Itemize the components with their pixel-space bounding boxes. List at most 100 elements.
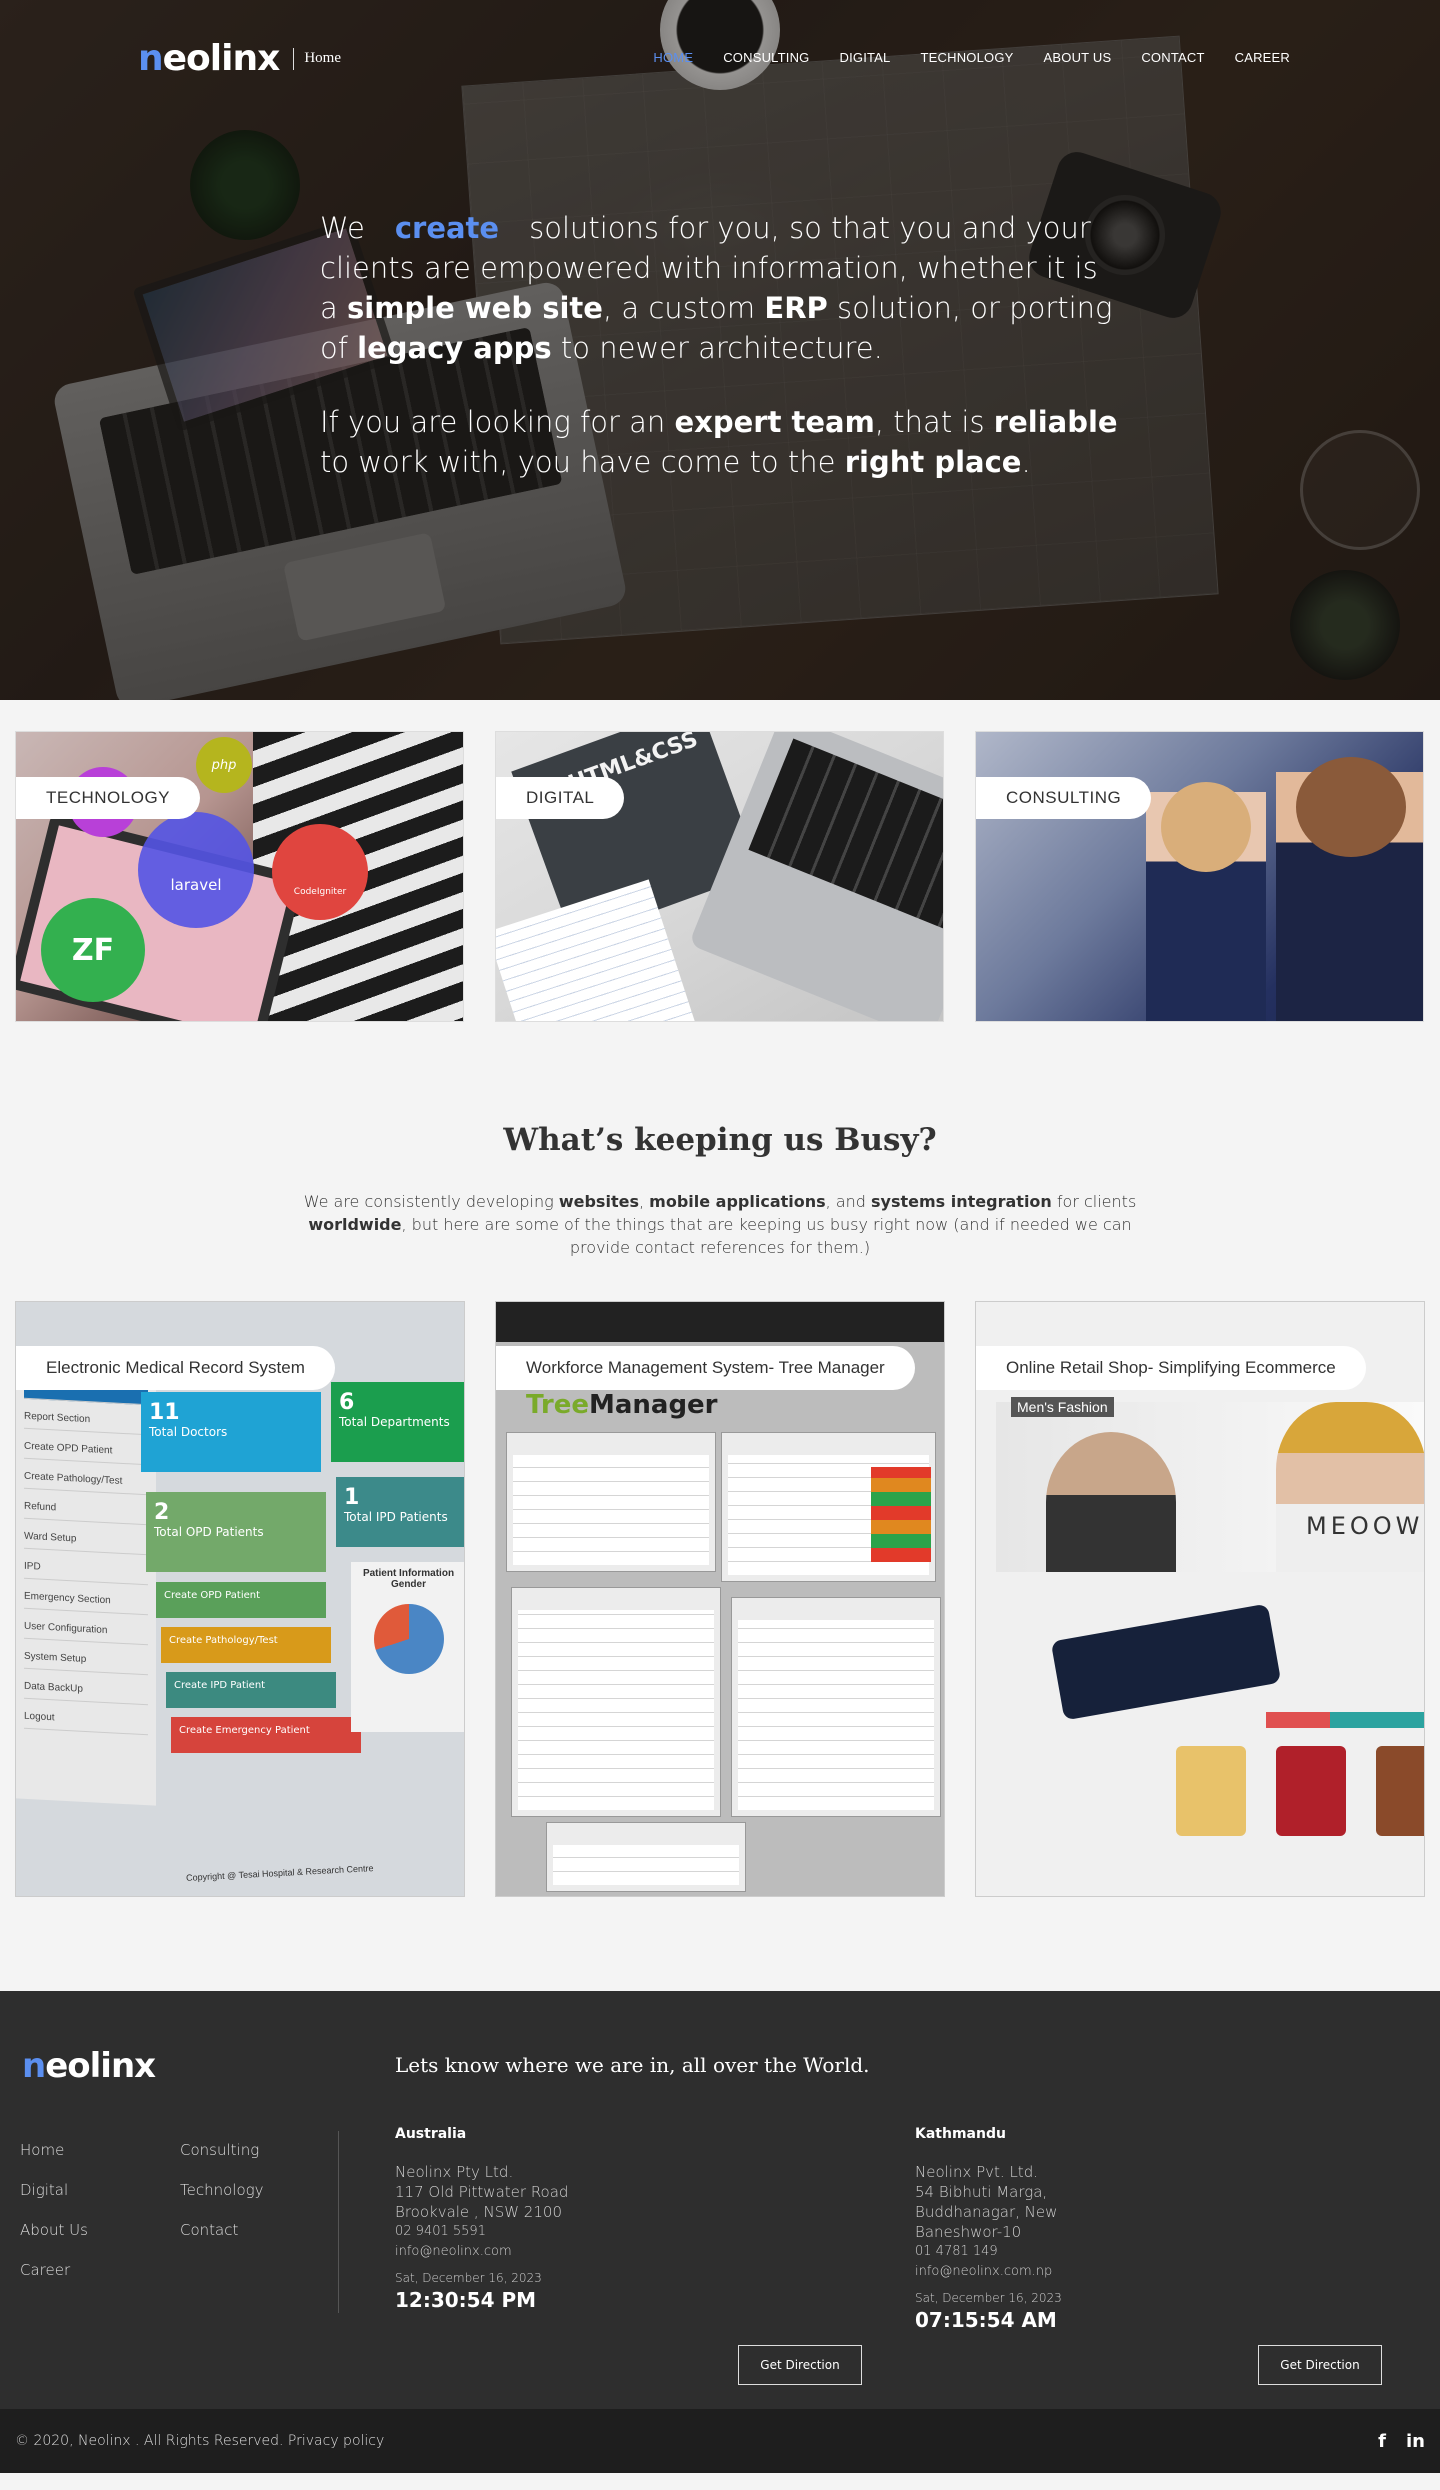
service-card-digital[interactable]: HTML&CSS DIGITAL	[495, 731, 944, 1022]
emr-menu-item: User Configuration	[24, 1612, 148, 1646]
office-email[interactable]: info@neolinx.com	[395, 2242, 695, 2262]
service-label: DIGITAL	[496, 777, 625, 819]
emr-pie-chart	[373, 1604, 444, 1674]
hero-section: neolinx Home HOME CONSULTING DIGITAL TEC…	[0, 0, 1440, 700]
hero-highlight: create	[394, 211, 500, 245]
logo-letter: n	[138, 38, 164, 79]
data-table	[546, 1822, 746, 1892]
zend-bubble: ZF	[41, 898, 145, 1002]
service-label: TECHNOLOGY	[16, 777, 201, 819]
emr-menu-item: Ward Setup	[24, 1522, 148, 1556]
emr-tile: 6 Total Departments	[331, 1382, 464, 1462]
logo-letter: n	[22, 2046, 46, 2086]
model-image	[1046, 1432, 1176, 1572]
office-time: 12:30:54 PM	[395, 2288, 537, 2312]
projects-intro: What’s keeping us Busy? We are consisten…	[0, 1030, 1440, 1259]
top-navigation: neolinx Home HOME CONSULTING DIGITAL TEC…	[0, 0, 1440, 120]
hero-bold: simple web site	[347, 291, 603, 325]
footer-link-career[interactable]: Career	[20, 2261, 180, 2279]
tile-label: Total IPD Patients	[344, 1510, 448, 1524]
footer-link-home[interactable]: Home	[20, 2141, 180, 2159]
tree-manager-logo: TreeManager	[526, 1390, 718, 1420]
footer-logo[interactable]: neolinx	[22, 2046, 156, 2086]
emr-action-button: Create IPD Patient	[166, 1672, 336, 1708]
lead-text: ,	[638, 1192, 645, 1211]
project-label: Electronic Medical Record System	[16, 1346, 335, 1390]
office-email[interactable]: info@neolinx.com.np	[915, 2262, 1215, 2282]
logo-text: eolinx	[45, 2046, 156, 2086]
section-title: What’s keeping us Busy?	[503, 1122, 937, 1158]
footer-tagline: Lets know where we are in, all over the …	[395, 2053, 870, 2077]
office-phone[interactable]: 02 9401 5591	[395, 2222, 695, 2242]
product-image	[1176, 1746, 1246, 1836]
hero-text: We create solutions for you, so that you a…	[320, 208, 1120, 516]
logo-text: eolinx	[162, 38, 281, 79]
hero-bold: legacy apps	[357, 331, 552, 365]
smartphone-image	[1050, 1603, 1282, 1721]
hero-text-span: to newer architecture.	[560, 331, 883, 365]
emr-action-button: Create OPD Patient	[156, 1582, 326, 1618]
emr-menu-item: Refund	[24, 1492, 148, 1526]
hero-bold: reliable	[993, 405, 1118, 439]
lead-text: , but here are some of the things that a…	[401, 1215, 1132, 1257]
project-card-retail[interactable]: Men's Fashion MEOOW Online Retail Shop- …	[975, 1301, 1425, 1897]
person-image	[1146, 782, 1266, 1021]
lead-bold: websites	[558, 1192, 639, 1211]
logo-part: Manager	[588, 1390, 718, 1420]
model-image	[1276, 1402, 1424, 1572]
brand: neolinx Home	[138, 38, 341, 79]
service-card-technology[interactable]: php laravel CodeIgniter ZF TECHNOLOGY	[15, 731, 464, 1022]
facebook-icon[interactable]: f	[1378, 2431, 1386, 2452]
lead-bold: mobile applications	[649, 1192, 826, 1211]
emr-footer-text: Copyright @ Tesai Hospital & Research Ce…	[185, 1863, 374, 1883]
emr-menu-item: IPD	[24, 1552, 148, 1586]
office-kathmandu: Kathmandu Neolinx Pvt. Ltd. 54 Bibhuti M…	[915, 2124, 1215, 2330]
hero-bold: expert team	[674, 405, 875, 439]
tile-number: 6	[339, 1390, 355, 1415]
tile-number: 11	[149, 1400, 180, 1425]
service-label: CONSULTING	[976, 777, 1152, 819]
site-footer: neolinx Lets know where we are in, all o…	[0, 1991, 1440, 2473]
nav-consulting[interactable]: CONSULTING	[723, 50, 809, 65]
product-image	[1276, 1746, 1346, 1836]
service-card-consulting[interactable]: CONSULTING	[975, 731, 1424, 1022]
nav-technology[interactable]: TECHNOLOGY	[921, 50, 1014, 65]
emr-menu-item: Report Section	[24, 1402, 148, 1436]
get-direction-button-kathmandu[interactable]: Get Direction	[1258, 2345, 1382, 2385]
footer-links: Home Consulting Digital Technology About…	[20, 2141, 320, 2279]
footer-link-consulting[interactable]: Consulting	[180, 2141, 320, 2159]
emr-action-button: Create Pathology/Test	[161, 1627, 331, 1663]
office-phone[interactable]: 01 4781 149	[915, 2242, 1215, 2262]
footer-link-contact[interactable]: Contact	[180, 2221, 320, 2239]
laptop-image	[688, 732, 943, 1021]
hero-text-span: If you are looking for an	[320, 405, 666, 439]
get-direction-button-australia[interactable]: Get Direction	[738, 2345, 862, 2385]
nav-digital[interactable]: DIGITAL	[839, 50, 890, 65]
tile-label: Total Departments	[339, 1415, 450, 1429]
project-card-tree-manager[interactable]: TreeManager Workforce Management System-…	[495, 1301, 945, 1897]
site-logo[interactable]: neolinx	[138, 38, 281, 79]
project-card-emr[interactable]: Report Section Create OPD Patient Create…	[15, 1301, 465, 1897]
brand-text: MEOOW	[1306, 1512, 1424, 1540]
footer-link-digital[interactable]: Digital	[20, 2181, 180, 2199]
office-date: Sat, December 16, 2023	[915, 2291, 1062, 2305]
copyright-text: © 2020, Neolinx . All Rights Reserved.	[15, 2433, 284, 2449]
footer-divider	[338, 2131, 339, 2313]
lead-text: , and	[825, 1192, 866, 1211]
projects-section: Report Section Create OPD Patient Create…	[0, 1301, 1440, 1991]
office-australia: Australia Neolinx Pty Ltd. 117 Old Pittw…	[395, 2124, 695, 2310]
nav-home[interactable]: HOME	[653, 50, 693, 65]
hero-bold: ERP	[764, 291, 828, 325]
emr-tile: 1 Total IPD Patients	[336, 1477, 464, 1547]
footer-link-technology[interactable]: Technology	[180, 2181, 320, 2199]
codeigniter-bubble: CodeIgniter	[272, 824, 368, 920]
linkedin-icon[interactable]: in	[1406, 2431, 1425, 2452]
nav-contact[interactable]: CONTACT	[1141, 50, 1204, 65]
copyright-bar: © 2020, Neolinx . All Rights Reserved. P…	[0, 2409, 1440, 2473]
nav-career[interactable]: CAREER	[1235, 50, 1290, 65]
privacy-policy-link[interactable]: Privacy policy	[288, 2433, 384, 2449]
data-table	[511, 1587, 721, 1817]
footer-link-about-us[interactable]: About Us	[20, 2221, 180, 2239]
category-bar	[1266, 1712, 1424, 1728]
nav-about-us[interactable]: ABOUT US	[1044, 50, 1112, 65]
